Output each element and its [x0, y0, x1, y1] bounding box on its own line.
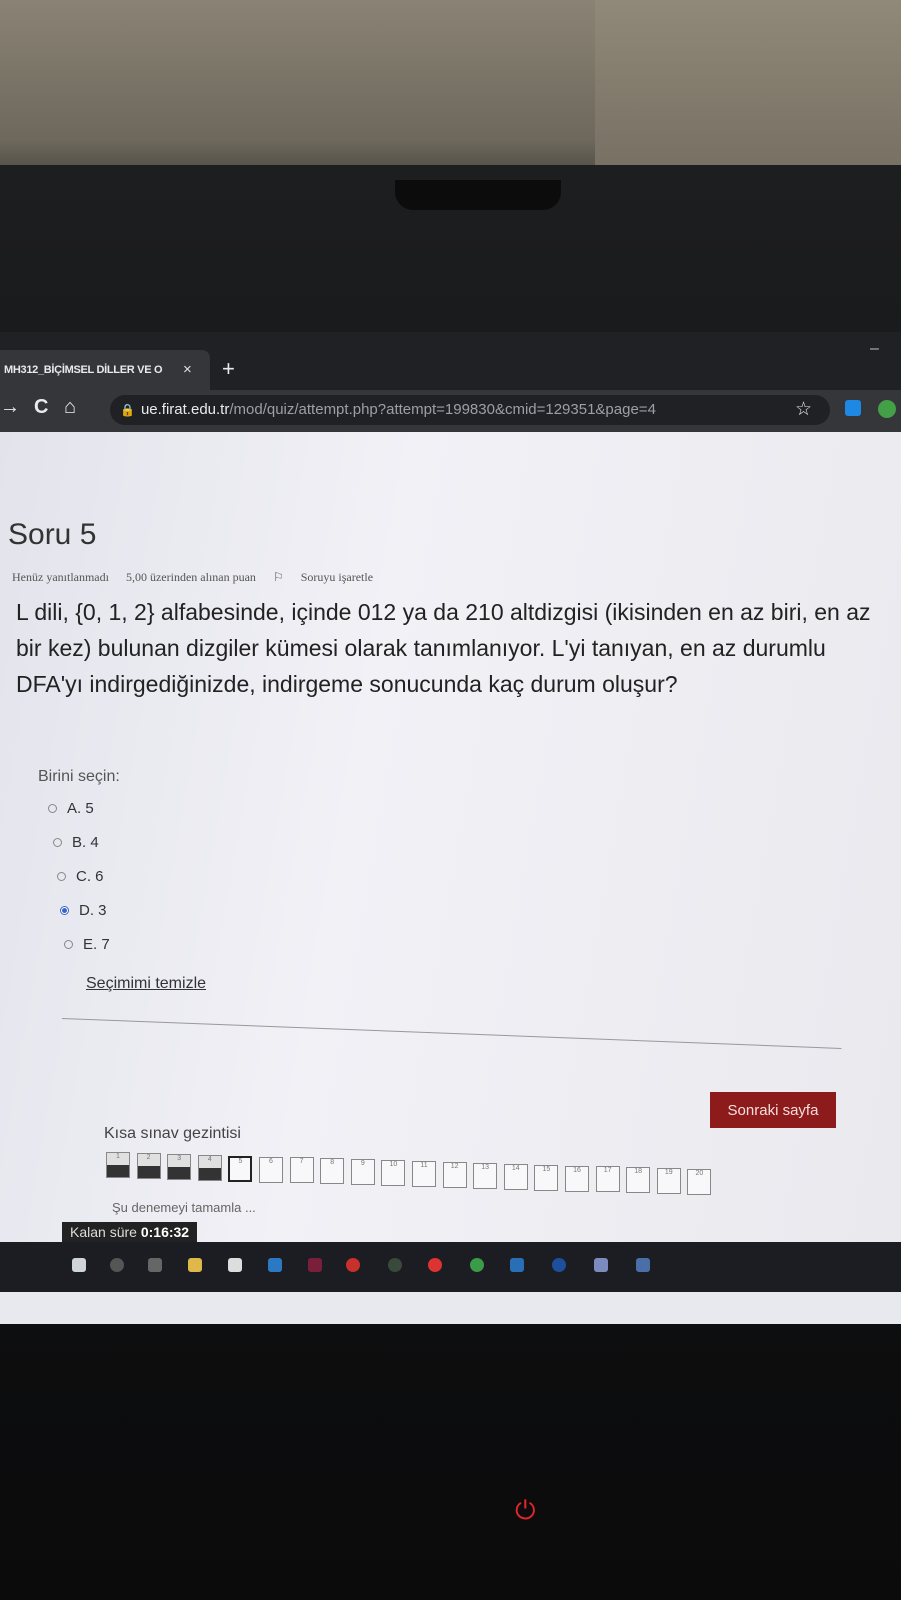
browser-tabbar: MH312_BİÇİMSEL DİLLER VE O × + –	[0, 332, 901, 390]
quiz-nav-cell[interactable]: 16	[565, 1165, 589, 1192]
radio-option-e[interactable]	[64, 940, 73, 949]
opera-icon[interactable]	[428, 1258, 442, 1272]
app-icon[interactable]	[308, 1258, 322, 1272]
url-host: ue.firat.edu.tr	[140, 401, 230, 418]
quiz-nav-cell[interactable]: 12	[442, 1161, 467, 1188]
option-d-label: D. 3	[79, 902, 107, 919]
flag-question-link[interactable]: ⚐ Soruyu işaretle	[273, 570, 387, 584]
store-icon[interactable]	[228, 1258, 242, 1272]
timer-label: Kalan süre	[70, 1224, 137, 1240]
media-icon[interactable]	[346, 1258, 360, 1272]
option-e[interactable]: E. 7	[64, 936, 110, 953]
quiz-nav-cell[interactable]: 18	[626, 1167, 651, 1194]
quiz-nav-cell[interactable]: 8	[320, 1158, 345, 1185]
quiz-nav-cell[interactable]: 7	[289, 1157, 314, 1184]
power-icon[interactable]: ⏻	[515, 1495, 536, 1527]
forward-icon[interactable]: →	[0, 396, 20, 419]
quiz-nav-cell[interactable]: 15	[534, 1164, 559, 1191]
quiz-navigation-title: Kısa sınav gezintisi	[104, 1125, 241, 1142]
quiz-nav-cell[interactable]: 1	[106, 1152, 130, 1178]
profile-avatar[interactable]	[878, 400, 896, 418]
option-b-label: B. 4	[72, 834, 99, 851]
browser-tab[interactable]: MH312_BİÇİMSEL DİLLER VE O ×	[0, 350, 210, 390]
radio-option-a[interactable]	[48, 804, 57, 813]
app-icon[interactable]	[594, 1258, 608, 1272]
quiz-page: Soru 5 Henüz yanıtlanmadı 5,00 üzerinden…	[0, 432, 901, 1242]
next-page-button[interactable]: Sonraki sayfa	[710, 1092, 836, 1128]
quiz-navigation-cells: 1 2 3 4 5 6 7 8 9 10 11 12 13 14 15 16 17 18 19 20	[106, 1152, 726, 1196]
option-d[interactable]: D. 3	[60, 902, 107, 919]
chrome-icon[interactable]	[470, 1258, 484, 1272]
flag-icon: ⚐	[272, 570, 287, 584]
tab-close-icon[interactable]: ×	[183, 350, 192, 390]
question-info: Henüz yanıtlanmadı 5,00 üzerinden alınan…	[12, 570, 401, 585]
question-title: Soru 5	[8, 518, 97, 551]
quiz-nav-cell[interactable]: 4	[197, 1154, 222, 1181]
start-icon[interactable]	[72, 1258, 86, 1272]
quiz-nav-cell[interactable]: 5	[228, 1155, 253, 1182]
file-explorer-icon[interactable]	[188, 1258, 202, 1272]
answer-prompt: Birini seçin:	[38, 768, 120, 785]
quiz-nav-cell[interactable]: 11	[412, 1161, 436, 1187]
laptop-screen: MH312_BİÇİMSEL DİLLER VE O × + – → C ⌂ 🔒…	[0, 332, 901, 1324]
quiz-nav-cell[interactable]: 9	[350, 1159, 375, 1186]
radio-option-b[interactable]	[53, 838, 62, 847]
extension-icon[interactable]	[845, 400, 861, 416]
option-c[interactable]: C. 6	[57, 868, 104, 885]
quiz-nav-cell[interactable]: 19	[656, 1168, 681, 1195]
question-status: Henüz yanıtlanmadı	[12, 570, 109, 584]
app-icon[interactable]	[636, 1258, 650, 1272]
app-icon[interactable]	[552, 1258, 566, 1272]
lock-icon: 🔒	[120, 403, 135, 417]
quiz-nav-cell[interactable]: 13	[473, 1162, 498, 1189]
option-e-label: E. 7	[83, 936, 110, 953]
quiz-nav-cell[interactable]: 10	[381, 1160, 406, 1187]
radio-option-c[interactable]	[57, 872, 66, 881]
flag-label: Soruyu işaretle	[300, 570, 374, 584]
app-icon[interactable]	[510, 1258, 524, 1272]
quiz-nav-cell[interactable]: 17	[595, 1166, 620, 1193]
background-wall-corner	[595, 0, 901, 175]
reload-icon[interactable]: C	[34, 396, 48, 419]
finish-attempt-link[interactable]: Şu denemeyi tamamla ...	[112, 1200, 256, 1215]
address-bar[interactable]: 🔒 ue.firat.edu.tr/mod/quiz/attempt.php?at…	[110, 395, 830, 425]
question-text: L dili, {0, 1, 2} alfabesinde, içinde 01…	[16, 599, 871, 697]
windows-taskbar	[0, 1242, 901, 1292]
option-a[interactable]: A. 5	[48, 800, 94, 817]
new-tab-button[interactable]: +	[222, 356, 235, 382]
time-remaining: Kalan süre 0:16:32	[62, 1222, 198, 1242]
divider	[61, 1018, 842, 1049]
bookmark-star-icon[interactable]: ☆	[795, 398, 812, 421]
url-path: /mod/quiz/attempt.php?attempt=199830&cmi…	[229, 401, 656, 418]
radio-option-d[interactable]	[60, 906, 69, 915]
browser-toolbar: → C ⌂ 🔒 ue.firat.edu.tr/mod/quiz/attempt.…	[0, 390, 901, 432]
question-points: 5,00 üzerinden alınan puan	[125, 570, 256, 584]
quiz-nav-cell[interactable]: 6	[259, 1156, 283, 1183]
search-icon[interactable]	[110, 1258, 124, 1272]
app-icon[interactable]	[388, 1258, 402, 1272]
timer-value: 0:16:32	[140, 1224, 190, 1240]
task-view-icon[interactable]	[148, 1258, 162, 1272]
mail-icon[interactable]	[268, 1258, 282, 1272]
quiz-nav-cell[interactable]: 20	[687, 1169, 712, 1196]
quiz-nav-cell[interactable]: 2	[136, 1152, 161, 1179]
option-b[interactable]: B. 4	[53, 834, 99, 851]
option-c-label: C. 6	[76, 868, 104, 885]
webcam-notch	[395, 180, 561, 210]
option-a-label: A. 5	[67, 800, 94, 817]
clear-choice-link[interactable]: Seçimimi temizle	[86, 975, 206, 993]
quiz-nav-cell[interactable]: 14	[503, 1163, 528, 1190]
home-icon[interactable]: ⌂	[64, 396, 76, 419]
tab-title: MH312_BİÇİMSEL DİLLER VE O	[4, 364, 163, 376]
quiz-nav-cell[interactable]: 3	[167, 1153, 192, 1180]
minimize-icon[interactable]: –	[870, 340, 879, 358]
